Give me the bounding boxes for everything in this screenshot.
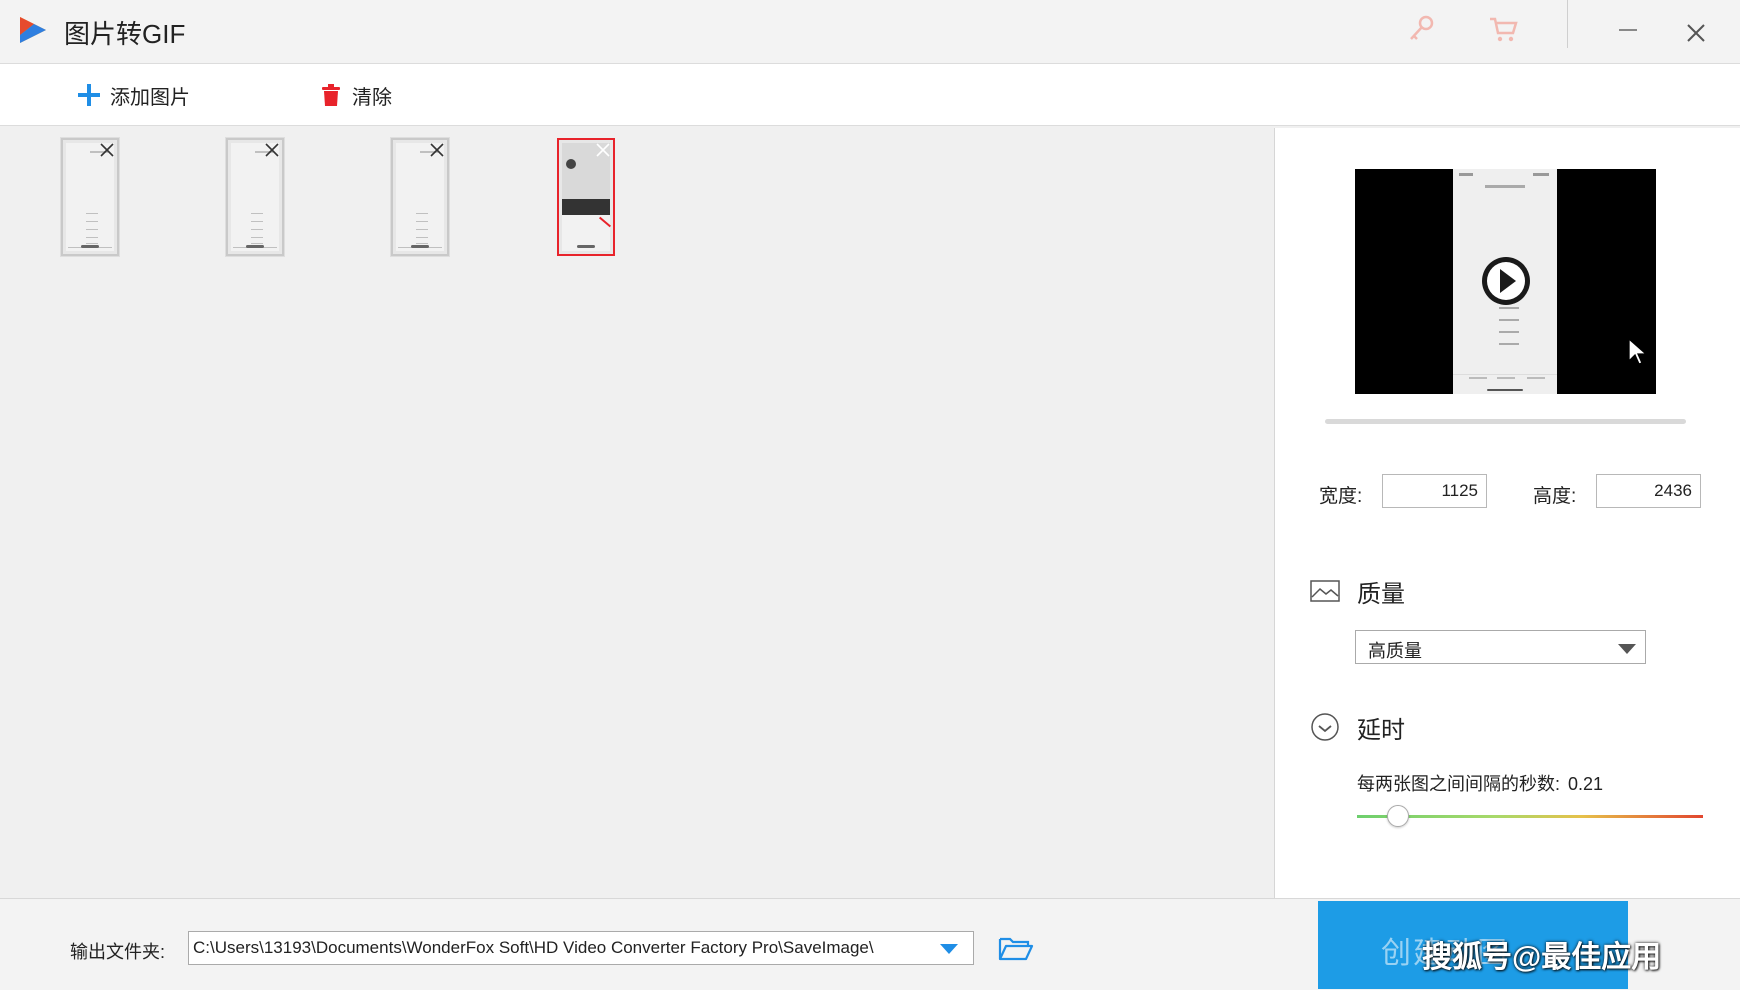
titlebar-divider [1567, 0, 1568, 48]
thumbnail-image [562, 143, 612, 251]
width-input[interactable] [1382, 474, 1487, 508]
toolbar: 添加图片 清除 [0, 64, 1740, 126]
thumbnail-home-bar [577, 245, 595, 248]
clear-label: 清除 [352, 86, 392, 109]
image-thumbnail[interactable] [226, 138, 284, 256]
thumbnail-image [231, 143, 279, 251]
image-thumbnail[interactable] [391, 138, 449, 256]
landscape-icon [1310, 580, 1340, 602]
close-icon [1687, 24, 1705, 42]
cart-icon[interactable] [1486, 12, 1520, 46]
open-folder-button[interactable] [998, 933, 1034, 963]
close-icon[interactable] [595, 142, 611, 158]
image-thumbnail[interactable] [557, 138, 615, 256]
height-input[interactable] [1596, 474, 1701, 508]
thumbnail-home-bar [411, 245, 429, 248]
watermark: 搜狐号@最佳应用 [1422, 941, 1662, 974]
close-window-button[interactable] [1676, 12, 1716, 52]
clock-icon [1311, 713, 1339, 741]
key-icon[interactable] [1404, 12, 1438, 46]
delay-title: 延时 [1357, 717, 1405, 744]
add-images-button[interactable]: 添加图片 [76, 78, 190, 112]
chevron-down-icon [940, 944, 958, 954]
close-icon[interactable] [429, 142, 445, 158]
minimize-button[interactable] [1608, 12, 1648, 46]
output-folder-label: 输出文件夹: [70, 942, 166, 962]
image-thumbnail[interactable] [61, 138, 119, 256]
chevron-down-icon [1618, 644, 1636, 654]
image-list [0, 127, 1272, 897]
gif-preview [1355, 169, 1656, 394]
height-label: 高度: [1533, 486, 1577, 507]
close-icon[interactable] [264, 142, 280, 158]
app-window: 图片转GIF 添加图片 清除 宽度: 1125 高度: 2436 质量 高质量 … [0, 0, 1740, 990]
trash-icon [322, 84, 340, 106]
thumbnail-image [66, 143, 114, 251]
thumbnail-home-bar [81, 245, 99, 248]
quality-title: 质量 [1357, 581, 1405, 608]
output-folder-dropdown[interactable] [938, 942, 960, 956]
delay-value: 0.21 [1568, 774, 1604, 794]
thumbnail-home-bar [246, 245, 264, 248]
delay-slider-thumb[interactable] [1386, 805, 1409, 827]
thumbnail-image [396, 143, 444, 251]
close-icon[interactable] [99, 142, 115, 158]
plus-icon [78, 84, 100, 106]
quality-select[interactable]: 高质量 [1355, 630, 1646, 664]
delay-label: 每两张图之间间隔的秒数: [1357, 774, 1560, 794]
quality-select-value: 高质量 [1368, 641, 1422, 661]
clear-button[interactable]: 清除 [318, 78, 392, 112]
delay-description: 每两张图之间间隔的秒数: 0.21 [1357, 770, 1603, 796]
app-title: 图片转GIF [64, 19, 186, 49]
output-folder-path: C:\Users\13193\Documents\WonderFox Soft\… [193, 938, 874, 957]
title-bar: 图片转GIF [0, 0, 1740, 64]
folder-open-icon [998, 937, 1034, 961]
mouse-cursor-icon [1628, 337, 1648, 365]
app-logo-icon [20, 17, 46, 43]
add-images-label: 添加图片 [110, 86, 190, 109]
preview-scrollbar[interactable] [1325, 419, 1686, 424]
output-folder-field[interactable]: C:\Users\13193\Documents\WonderFox Soft\… [188, 931, 974, 965]
play-button[interactable] [1481, 256, 1531, 306]
settings-panel: 宽度: 高度: 质量 高质量 延时 每两张图之间间隔的秒数: 0.21 [1274, 128, 1740, 898]
delay-slider[interactable] [1357, 815, 1703, 818]
width-label: 宽度: [1319, 486, 1363, 507]
